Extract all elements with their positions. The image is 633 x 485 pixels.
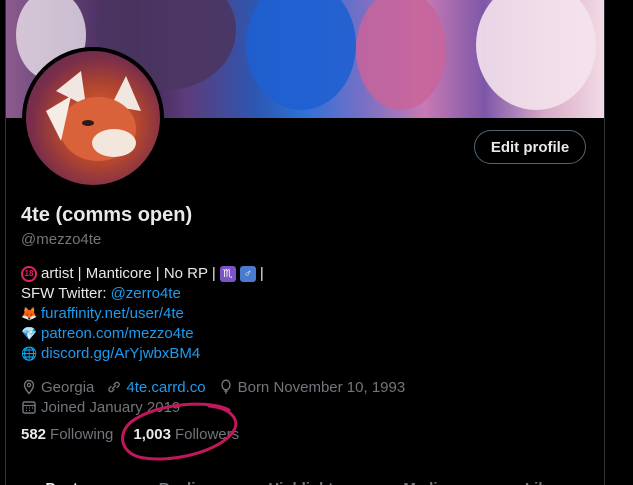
meta-website: 4te.carrd.co	[106, 379, 206, 396]
bio-line-3: 🦊 furaffinity.net/user/4te	[21, 304, 591, 324]
tab-highlights[interactable]: Highlights	[245, 466, 365, 485]
followers-stat[interactable]: 1,003 Followers	[133, 426, 239, 443]
profile-bio: 18 artist | Manticore | No RP | ♏ ♂ | SF…	[21, 264, 591, 364]
scorpio-sign-icon: ♏	[219, 266, 236, 282]
joined-text: Joined January 2019	[41, 398, 181, 416]
meta-row-1: Georgia 4te.carrd.co Born November 10, 1…	[21, 377, 417, 397]
tab-replies[interactable]: Replies	[126, 466, 246, 485]
following-stat[interactable]: 582 Following	[21, 426, 113, 443]
following-label: Following	[50, 426, 114, 443]
tab-media[interactable]: Media	[365, 466, 485, 485]
bio-line-4: 💎 patreon.com/mezzo4te	[21, 324, 591, 344]
link-icon	[108, 381, 121, 393]
profile-display-name: 4te (comms open)	[21, 204, 193, 226]
avatar[interactable]	[22, 47, 164, 189]
banner-art-character-3	[246, 0, 356, 110]
adults-only-18-icon: 18	[21, 266, 37, 282]
profile-handle: @mezzo4te	[21, 231, 102, 248]
bio-line-1-tail: |	[259, 265, 264, 282]
bio-line-1-text: artist | Manticore | No RP |	[41, 265, 216, 282]
profile-tabs: Posts Replies Highlights Media Likes	[6, 466, 604, 485]
meta-location: Georgia	[21, 379, 94, 396]
edit-profile-button[interactable]: Edit profile	[474, 130, 586, 164]
followers-count: 1,003	[133, 426, 171, 443]
banner-art-character-5	[476, 0, 596, 110]
right-panel-edge	[604, 0, 633, 485]
profile-meta: Georgia 4te.carrd.co Born November 10, 1…	[21, 377, 417, 417]
location-text: Georgia	[41, 378, 95, 396]
patreon-link[interactable]: patreon.com/mezzo4te	[41, 324, 194, 344]
birthday-text: Born November 10, 1993	[237, 378, 406, 396]
tab-posts[interactable]: Posts	[6, 466, 126, 485]
location-pin-icon	[23, 379, 35, 395]
furaffinity-link[interactable]: furaffinity.net/user/4te	[41, 304, 184, 324]
meta-joined: Joined January 2019	[21, 399, 180, 416]
fox-avatar-icon	[46, 71, 141, 161]
tab-likes[interactable]: Likes	[484, 466, 604, 485]
bio-sfw-twitter-link[interactable]: @zerro4te	[111, 284, 181, 304]
male-sign-icon: ♂	[239, 266, 256, 282]
bio-sfw-label: SFW Twitter:	[21, 285, 107, 302]
follow-stats: 582 Following 1,003 Followers	[21, 426, 259, 443]
bio-line-2: SFW Twitter: @zerro4te	[21, 284, 591, 304]
meta-birthday: Born November 10, 1993	[218, 378, 406, 396]
followers-label: Followers	[174, 426, 240, 443]
bio-line-1: 18 artist | Manticore | No RP | ♏ ♂ |	[21, 264, 591, 284]
meta-row-2: Joined January 2019	[21, 397, 417, 417]
following-count: 582	[21, 426, 47, 443]
fox-face-icon: 🦊	[21, 306, 38, 321]
balloon-icon	[220, 379, 231, 394]
discord-link[interactable]: discord.gg/ArYjwbxBM4	[41, 344, 200, 364]
globe-icon: 🌐	[21, 346, 38, 361]
gem-icon: 💎	[21, 326, 38, 341]
banner-art-character-4	[356, 0, 446, 110]
website-link[interactable]: 4te.carrd.co	[126, 379, 205, 396]
bio-line-5: 🌐 discord.gg/ArYjwbxBM4	[21, 344, 591, 364]
calendar-icon	[22, 401, 36, 414]
